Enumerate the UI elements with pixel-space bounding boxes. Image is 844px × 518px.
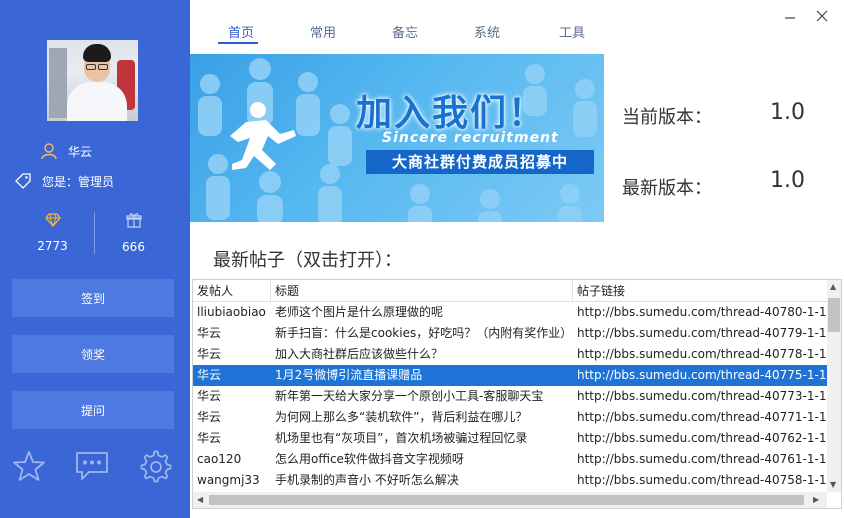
close-icon[interactable] — [814, 8, 830, 24]
active-tab-indicator — [218, 42, 258, 44]
scroll-left-icon[interactable]: ◀ — [197, 495, 203, 504]
cell-title: 机场里也有“灰项目”，首次机场被骗过程回忆录 — [275, 431, 528, 445]
cell-author: lliubiaobiao — [197, 305, 266, 319]
cell-link: http://bbs.sumedu.com/thread-40779-1-1.h… — [577, 326, 827, 340]
latest-version-value: 1.0 — [770, 168, 805, 193]
cell-title: 1月2号微博引流直播课赠品 — [275, 368, 423, 382]
user-icon — [41, 143, 57, 160]
scroll-up-icon[interactable]: ▲ — [830, 282, 836, 291]
top-nav: 首页 常用 备忘 系统 工具 — [190, 0, 844, 54]
cell-title: 老师这个图片是什么原理做的呢 — [275, 305, 444, 319]
latest-version-label: 最新版本： — [622, 178, 712, 199]
recruitment-banner[interactable]: 加入我们！ Sincere recruitment 大商社群付费成员招募中 — [190, 54, 604, 222]
cell-title: 加入大商社群后应该做些什么？ — [275, 347, 444, 361]
cell-title: 怎么用office软件做抖音文字视频呀 — [275, 452, 464, 466]
tab-common[interactable]: 常用 — [310, 22, 336, 41]
posts-table[interactable]: 发帖人 标题 帖子链接 lliubiaobiao 老师这个图片是什么原理做的呢 ht… — [192, 279, 842, 509]
gear-icon[interactable] — [139, 450, 173, 484]
diamond-icon — [44, 213, 61, 228]
column-header-link[interactable]: 帖子链接 — [573, 280, 827, 302]
user-name: 华云 — [68, 144, 93, 159]
cell-author: 华云 — [197, 347, 222, 361]
tab-memo[interactable]: 备忘 — [392, 22, 418, 41]
banner-subtitle: Sincere recruitment — [382, 130, 559, 146]
cell-link: http://bbs.sumedu.com/thread-40762-1-1.h… — [577, 431, 827, 445]
star-icon[interactable] — [13, 450, 45, 482]
table-row[interactable]: 华云 机场里也有“灰项目”，首次机场被骗过程回忆录 http://bbs.sumed… — [193, 428, 827, 449]
table-row[interactable]: 华云 新手扫盲：什么是cookies，好吃吗？（内附有奖作业） http://bbs… — [193, 323, 827, 344]
horizontal-scroll-thumb[interactable] — [209, 495, 804, 505]
table-row[interactable]: cao120 怎么用office软件做抖音文字视频呀 http://bbs.sume… — [193, 449, 827, 470]
column-header-title[interactable]: 标题 — [271, 280, 573, 302]
avatar[interactable] — [47, 40, 138, 121]
table-header: 发帖人 标题 帖子链接 — [193, 280, 827, 302]
cell-author: 华云 — [197, 368, 222, 382]
chat-icon[interactable] — [75, 450, 109, 482]
current-version-value: 1.0 — [770, 100, 805, 125]
banner-title: 加入我们！ — [356, 93, 547, 134]
sidebar: 华云 您是：管理员 2773 666 签到 领奖 提问 — [0, 0, 190, 518]
user-name-line: 华云 — [40, 142, 92, 160]
horizontal-scrollbar[interactable]: ◀ ▶ — [193, 492, 827, 508]
ask-button[interactable]: 提问 — [12, 391, 174, 429]
table-row[interactable]: lliubiaobiao 老师这个图片是什么原理做的呢 http://bbs.sum… — [193, 302, 827, 323]
stat-gift-value: 666 — [122, 240, 145, 254]
cell-author: 华云 — [197, 389, 222, 403]
cell-author: 华云 — [197, 326, 222, 340]
tab-home[interactable]: 首页 — [228, 22, 254, 41]
cell-author: 华云 — [197, 431, 222, 445]
column-header-author[interactable]: 发帖人 — [193, 280, 271, 302]
bottom-toolbar — [0, 450, 190, 490]
table-row[interactable]: 华云 1月2号微博引流直播课赠品 http://bbs.sumedu.com/thr… — [193, 365, 827, 386]
banner-slogan: 大商社群付费成员招募中 — [366, 150, 594, 174]
cell-author: wangmj33 — [197, 473, 260, 487]
checkin-button[interactable]: 签到 — [12, 279, 174, 317]
cell-author: cao120 — [197, 452, 242, 466]
table-row[interactable]: 华云 加入大商社群后应该做些什么？ http://bbs.sumedu.com/th… — [193, 344, 827, 365]
cell-title: 新年第一天给大家分享一个原创小工具-客服聊天宝 — [275, 389, 544, 403]
scroll-right-icon[interactable]: ▶ — [813, 495, 819, 504]
scroll-down-icon[interactable]: ▼ — [830, 480, 836, 489]
current-version-label: 当前版本： — [622, 107, 712, 128]
cell-title: 为何网上那么多“装机软件”，背后利益在哪儿？ — [275, 410, 528, 424]
app-window: 华云 您是：管理员 2773 666 签到 领奖 提问 首页 常用 备忘 系统 … — [0, 0, 844, 518]
cell-title: 手机录制的声音小 不好听怎么解决 — [275, 473, 459, 487]
cell-link: http://bbs.sumedu.com/thread-40771-1-1.h… — [577, 410, 827, 424]
posts-section-title: 最新帖子（双击打开）： — [213, 250, 402, 271]
user-role-line: 您是：管理员 — [14, 172, 114, 190]
table-body: lliubiaobiao 老师这个图片是什么原理做的呢 http://bbs.sum… — [193, 302, 827, 491]
cell-link: http://bbs.sumedu.com/thread-40761-1-1.h… — [577, 452, 827, 466]
minimize-icon[interactable] — [782, 8, 798, 24]
user-role: 您是：管理员 — [42, 174, 115, 189]
cell-link: http://bbs.sumedu.com/thread-40773-1-1.h… — [577, 389, 827, 403]
cell-link: http://bbs.sumedu.com/thread-40780-1-1.h… — [577, 305, 827, 319]
cell-title: 新手扫盲：什么是cookies，好吃吗？（内附有奖作业） — [275, 326, 573, 340]
tag-icon — [15, 173, 31, 189]
cell-author: 华云 — [197, 410, 222, 424]
stat-gift: 666 — [86, 212, 181, 254]
vertical-scrollbar[interactable]: ▲ ▼ — [827, 280, 841, 492]
table-row[interactable]: wangmj33 手机录制的声音小 不好听怎么解决 http://bbs.sumed… — [193, 470, 827, 491]
cell-link: http://bbs.sumedu.com/thread-40758-1-1.h… — [577, 473, 827, 487]
gift-icon — [125, 213, 142, 228]
stats-panel: 2773 666 — [0, 212, 190, 260]
table-row[interactable]: 华云 为何网上那么多“装机软件”，背后利益在哪儿？ http://bbs.sumed… — [193, 407, 827, 428]
reward-button[interactable]: 领奖 — [12, 335, 174, 373]
table-row[interactable]: 华云 新年第一天给大家分享一个原创小工具-客服聊天宝 http://bbs.sume… — [193, 386, 827, 407]
vertical-scroll-thumb[interactable] — [828, 298, 840, 332]
cell-link: http://bbs.sumedu.com/thread-40775-1-1.h… — [577, 368, 827, 382]
tab-system[interactable]: 系统 — [474, 22, 500, 41]
cell-link: http://bbs.sumedu.com/thread-40778-1-1.h… — [577, 347, 827, 361]
tab-tools[interactable]: 工具 — [559, 22, 585, 41]
